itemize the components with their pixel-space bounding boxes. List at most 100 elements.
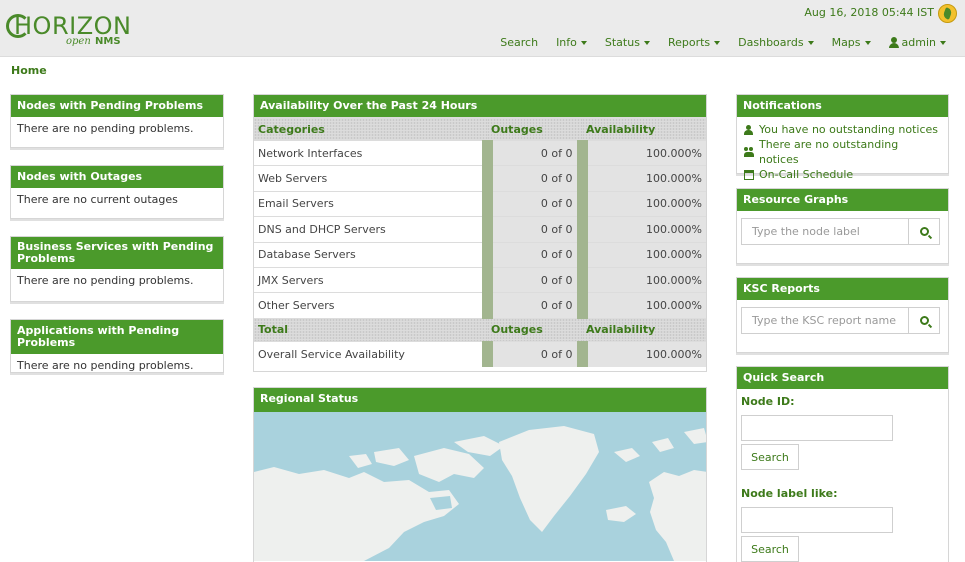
- nav-reports[interactable]: Reports: [659, 36, 729, 49]
- total-availability-header: Availability: [582, 317, 706, 342]
- logo-nms-text: NMS: [95, 36, 121, 47]
- nav-search[interactable]: Search: [491, 36, 547, 49]
- nav-user-label: admin: [901, 36, 936, 49]
- nav-info[interactable]: Info: [547, 36, 596, 49]
- table-row: Database Servers 0 of 0 100.000%: [254, 241, 706, 268]
- notifications-panel: Notifications You have no outstanding no…: [736, 94, 949, 181]
- nav-status-label: Status: [604, 36, 640, 49]
- chevron-down-icon: [864, 40, 871, 45]
- category-link[interactable]: DNS and DHCP Servers: [254, 216, 487, 243]
- regional-status-title[interactable]: Regional Status: [254, 388, 706, 412]
- overall-availability-link[interactable]: Overall Service Availability: [254, 340, 487, 367]
- notice-item[interactable]: You have no outstanding notices: [744, 122, 941, 137]
- panel-title[interactable]: Nodes with Outages: [11, 166, 223, 188]
- panel-title[interactable]: Applications with Pending Problems: [11, 320, 223, 354]
- outages-header: Outages: [487, 117, 582, 141]
- logo-open-text: open: [66, 36, 91, 47]
- outage-count: 0 of 0: [481, 165, 582, 192]
- main-nav: Search Info Status Reports Dashboards Ma…: [491, 36, 955, 49]
- table-row: DNS and DHCP Servers 0 of 0 100.000%: [254, 216, 706, 243]
- availability-header: Availability: [582, 117, 706, 141]
- oncall-item[interactable]: On-Call Schedule: [744, 167, 941, 182]
- table-row: JMX Servers 0 of 0 100.000%: [254, 266, 706, 293]
- panel-body-text: There are no pending problems.: [17, 274, 194, 287]
- panel-title[interactable]: Nodes with Pending Problems: [11, 95, 223, 117]
- table-header-row: Categories Outages Availability: [254, 117, 706, 141]
- applications-panel: Applications with Pending Problems There…: [10, 319, 224, 373]
- chevron-down-icon: [940, 40, 946, 45]
- table-row: Email Servers 0 of 0 100.000%: [254, 190, 706, 217]
- categories-header: Categories: [254, 117, 487, 141]
- ksc-search-button[interactable]: [909, 307, 940, 334]
- nav-maps[interactable]: Maps: [823, 36, 880, 49]
- outages-panel: Nodes with Outages There are no current …: [10, 165, 224, 219]
- nav-maps-label: Maps: [831, 36, 861, 49]
- nav-dashboards[interactable]: Dashboards: [729, 36, 822, 49]
- regional-map[interactable]: [254, 412, 706, 561]
- panel-body-text: There are no pending problems.: [17, 359, 194, 372]
- node-label-search-button[interactable]: Search: [741, 536, 799, 562]
- outage-count: 0 of 0: [481, 216, 582, 243]
- notice-label: You have no outstanding notices: [759, 123, 939, 136]
- resource-search-button[interactable]: [909, 218, 940, 245]
- panel-body-text: There are no pending problems.: [17, 122, 194, 135]
- node-label-input[interactable]: Type the node label: [741, 218, 909, 245]
- table-row: Network Interfaces 0 of 0 100.000%: [254, 139, 706, 166]
- node-id-input[interactable]: [741, 415, 893, 441]
- node-id-search-button[interactable]: Search: [741, 444, 799, 470]
- availability-title[interactable]: Availability Over the Past 24 Hours: [254, 95, 706, 117]
- nav-info-label: Info: [556, 36, 577, 49]
- table-row: Other Servers 0 of 0 100.000%: [254, 292, 706, 319]
- availability-value: 100.000%: [576, 292, 706, 319]
- total-outages-header: Outages: [487, 317, 582, 342]
- node-label-like-input[interactable]: [741, 507, 893, 533]
- user-icon: [888, 37, 899, 48]
- quick-search-panel: Quick Search Node ID: Search Node label …: [736, 366, 949, 562]
- outage-count: 0 of 0: [481, 292, 582, 319]
- search-icon: [919, 227, 929, 236]
- notice-item[interactable]: There are no outstanding notices: [744, 137, 941, 167]
- resource-graphs-title[interactable]: Resource Graphs: [737, 189, 948, 211]
- breadcrumb-home[interactable]: Home: [11, 64, 47, 77]
- nav-search-label: Search: [500, 36, 539, 49]
- availability-value: 100.000%: [576, 139, 706, 166]
- availability-panel: Availability Over the Past 24 Hours Cate…: [253, 94, 707, 372]
- horizon-opennms-logo[interactable]: HORIZON open NMS: [6, 12, 131, 52]
- chevron-down-icon: [643, 40, 650, 45]
- world-map-tiles: [254, 412, 706, 561]
- resource-graphs-search: Type the node label: [737, 211, 948, 249]
- table-row: Web Servers 0 of 0 100.000%: [254, 165, 706, 192]
- top-header: HORIZON open NMS Aug 16, 2018 05:44 IST …: [0, 0, 965, 57]
- search-icon: [919, 316, 929, 325]
- availability-value: 100.000%: [576, 241, 706, 268]
- chevron-down-icon: [714, 40, 721, 45]
- category-link[interactable]: Database Servers: [254, 241, 487, 268]
- category-link[interactable]: Web Servers: [254, 165, 487, 192]
- category-link[interactable]: Network Interfaces: [254, 139, 487, 166]
- node-id-label: Node ID:: [741, 395, 795, 408]
- ksc-reports-title[interactable]: KSC Reports: [737, 278, 948, 300]
- chevron-down-icon: [580, 40, 587, 45]
- resource-graphs-panel: Resource Graphs Type the node label: [736, 188, 949, 264]
- system-status-icon[interactable]: [938, 4, 957, 23]
- outage-count: 0 of 0: [481, 266, 582, 293]
- category-link[interactable]: Other Servers: [254, 292, 487, 319]
- category-link[interactable]: Email Servers: [254, 190, 487, 217]
- nav-user-menu[interactable]: admin: [880, 36, 955, 49]
- category-link[interactable]: JMX Servers: [254, 266, 487, 293]
- nav-reports-label: Reports: [667, 36, 711, 49]
- outage-count: 0 of 0: [481, 241, 582, 268]
- outage-count: 0 of 0: [481, 139, 582, 166]
- availability-value: 100.000%: [576, 190, 706, 217]
- notifications-title[interactable]: Notifications: [737, 95, 948, 117]
- availability-table: Categories Outages Availability Network …: [254, 117, 706, 367]
- business-services-panel: Business Services with Pending Problems …: [10, 236, 224, 302]
- user-icon: [744, 124, 754, 135]
- panel-title[interactable]: Business Services with Pending Problems: [11, 237, 223, 269]
- regional-status-panel: Regional Status: [253, 387, 707, 562]
- nav-dashboards-label: Dashboards: [738, 36, 804, 49]
- ksc-reports-search: Type the KSC report name: [737, 300, 948, 338]
- ksc-report-input[interactable]: Type the KSC report name: [741, 307, 909, 334]
- nav-status[interactable]: Status: [596, 36, 659, 49]
- total-header: Total: [254, 317, 487, 342]
